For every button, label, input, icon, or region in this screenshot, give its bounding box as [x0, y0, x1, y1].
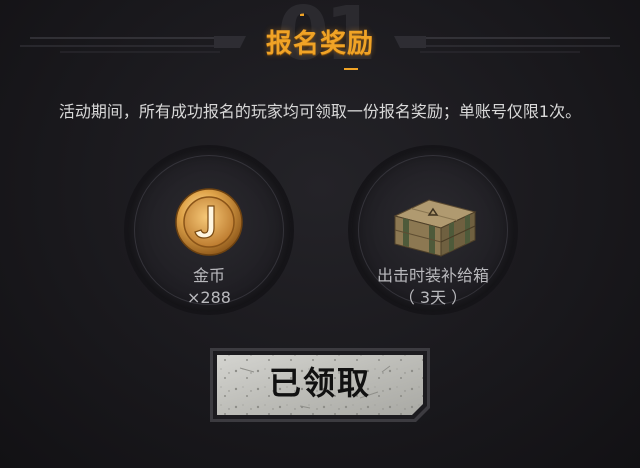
section-header: 01 报名奖励 — [0, 0, 640, 80]
reward-panel: 01 报名奖励 活动期间，所有成功报名的玩家均可领取一份报名奖励；单账号仅限1次… — [0, 0, 640, 468]
reward-name: 出击时装补给箱 — [376, 266, 489, 285]
claimed-button[interactable]: 已领取 — [210, 348, 430, 422]
supply-crate-icon — [393, 199, 477, 257]
reward-name: 金币 — [192, 266, 225, 285]
claimed-button-label: 已领取 — [268, 364, 371, 402]
reward-item-crate: 出击时装补给箱 （ 3天 ） — [351, 148, 515, 312]
event-description: 活动期间，所有成功报名的玩家均可领取一份报名奖励；单账号仅限1次。 — [58, 102, 582, 121]
section-title: 报名奖励 — [265, 29, 374, 59]
reward-item-gold: 金币 ×288 — [127, 148, 291, 312]
reward-quantity: ×288 — [187, 288, 231, 307]
gold-coin-icon — [175, 188, 243, 256]
reward-quantity: （ 3天 ） — [398, 288, 468, 307]
